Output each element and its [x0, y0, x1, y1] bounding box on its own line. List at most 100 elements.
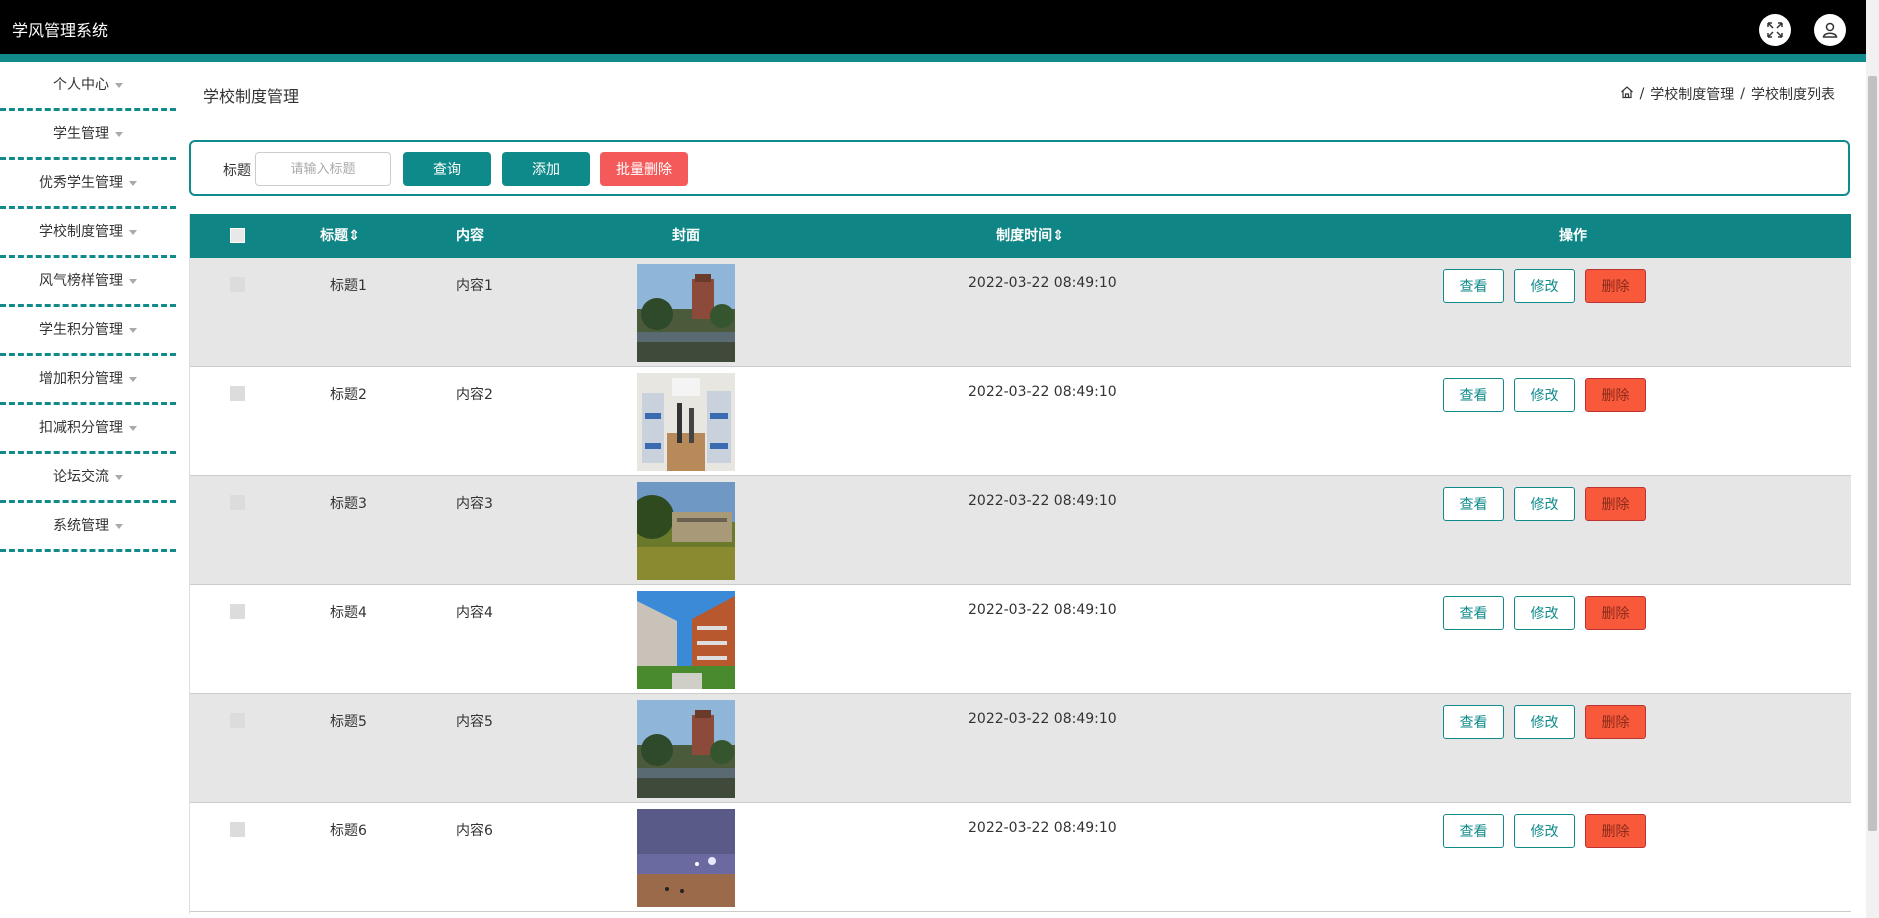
sidebar-item[interactable]: 学生积分管理	[0, 307, 176, 356]
edit-button[interactable]: 修改	[1514, 487, 1575, 521]
row-checkbox[interactable]	[230, 604, 245, 619]
sidebar-item[interactable]: 增加积分管理	[0, 356, 176, 405]
caret-down-icon	[129, 425, 137, 431]
cell-time: 2022-03-22 08:49:10	[968, 493, 1117, 509]
row-checkbox[interactable]	[230, 495, 245, 510]
header-divider	[0, 54, 1866, 62]
cover-image	[637, 700, 735, 798]
cell-content: 内容6	[456, 823, 493, 839]
cell-title: 标题5	[330, 714, 367, 730]
row-checkbox[interactable]	[230, 277, 245, 292]
search-panel: 标题 查询 添加 批量删除	[189, 140, 1850, 196]
table-row: 标题2 内容2 2022-03-22 08:49:10 查看 修改 删除	[190, 367, 1851, 476]
data-table: 标题⇕ 内容 封面 制度时间⇕ 操作 标题1 内容1 2022-03-22 08:4…	[189, 214, 1851, 914]
sidebar: 个人中心学生管理优秀学生管理 学校制度管理风气榜样管理 学生积分管理增加积分管理扣减…	[0, 62, 176, 552]
query-button[interactable]: 查询	[403, 152, 491, 186]
sidebar-item[interactable]: 扣减积分管理	[0, 405, 176, 454]
edit-button[interactable]: 修改	[1514, 269, 1575, 303]
caret-down-icon	[115, 131, 123, 137]
caret-down-icon	[115, 82, 123, 88]
breadcrumb-item: 学校制度列表	[1751, 87, 1835, 103]
sidebar-item[interactable]: 学校制度管理	[0, 209, 176, 258]
row-checkbox[interactable]	[230, 822, 245, 837]
delete-button[interactable]: 删除	[1585, 487, 1646, 521]
caret-down-icon	[129, 229, 137, 235]
header-title[interactable]: 标题⇕	[310, 214, 370, 258]
sidebar-item-label: 扣减积分管理	[39, 420, 123, 436]
fullscreen-icon[interactable]	[1759, 14, 1791, 46]
select-all-checkbox[interactable]	[230, 228, 245, 243]
view-button[interactable]: 查看	[1443, 269, 1504, 303]
cell-time: 2022-03-22 08:49:10	[968, 602, 1117, 618]
cover-image	[637, 591, 735, 689]
edit-button[interactable]: 修改	[1514, 596, 1575, 630]
view-button[interactable]: 查看	[1443, 814, 1504, 848]
page-title: 学校制度管理	[203, 87, 300, 106]
sidebar-item-label: 学生积分管理	[39, 322, 123, 338]
add-button[interactable]: 添加	[502, 152, 590, 186]
row-checkbox[interactable]	[230, 713, 245, 728]
sidebar-item-label: 系统管理	[53, 518, 109, 534]
sidebar-item[interactable]: 学生管理	[0, 111, 176, 160]
sidebar-item-label: 个人中心	[53, 77, 109, 93]
cell-title: 标题6	[330, 823, 367, 839]
sidebar-item[interactable]: 个人中心	[0, 62, 176, 111]
sort-icon[interactable]: ⇕	[348, 228, 360, 244]
delete-button[interactable]: 删除	[1585, 814, 1646, 848]
header-time[interactable]: 制度时间⇕	[980, 214, 1080, 258]
table-row: 标题4 内容4 2022-03-22 08:49:10 查看 修改 删除	[190, 585, 1851, 694]
edit-button[interactable]: 修改	[1514, 814, 1575, 848]
header-cover: 封面	[672, 228, 700, 244]
view-button[interactable]: 查看	[1443, 596, 1504, 630]
batch-delete-button[interactable]: 批量删除	[600, 152, 688, 186]
edit-button[interactable]: 修改	[1514, 705, 1575, 739]
row-checkbox[interactable]	[230, 386, 245, 401]
cell-title: 标题3	[330, 496, 367, 512]
search-label: 标题	[223, 163, 251, 179]
sort-icon[interactable]: ⇕	[1052, 228, 1064, 244]
cover-image	[637, 264, 735, 362]
sidebar-item[interactable]: 系统管理	[0, 503, 176, 552]
delete-button[interactable]: 删除	[1585, 269, 1646, 303]
user-icon[interactable]	[1814, 14, 1846, 46]
caret-down-icon	[129, 327, 137, 333]
cell-content: 内容2	[456, 387, 493, 403]
sidebar-item[interactable]: 论坛交流	[0, 454, 176, 503]
delete-button[interactable]: 删除	[1585, 596, 1646, 630]
home-icon[interactable]	[1620, 85, 1634, 103]
caret-down-icon	[129, 180, 137, 186]
cell-title: 标题2	[330, 387, 367, 403]
table-row: 标题3 内容3 2022-03-22 08:49:10 查看 修改 删除	[190, 476, 1851, 585]
table-row: 标题6 内容6 2022-03-22 08:49:10 查看 修改 删除	[190, 803, 1851, 912]
table-header: 标题⇕ 内容 封面 制度时间⇕ 操作	[190, 214, 1851, 258]
sidebar-item-label: 论坛交流	[53, 469, 109, 485]
sidebar-item[interactable]: 风气榜样管理	[0, 258, 176, 307]
cover-image	[637, 809, 735, 907]
breadcrumb-item[interactable]: 学校制度管理	[1650, 84, 1734, 104]
delete-button[interactable]: 删除	[1585, 705, 1646, 739]
edit-button[interactable]: 修改	[1514, 378, 1575, 412]
view-button[interactable]: 查看	[1443, 378, 1504, 412]
sidebar-item[interactable]: 优秀学生管理	[0, 160, 176, 209]
delete-button[interactable]: 删除	[1585, 378, 1646, 412]
cell-time: 2022-03-22 08:49:10	[968, 275, 1117, 291]
sidebar-item-label: 学生管理	[53, 126, 109, 142]
breadcrumb: / 学校制度管理 / 学校制度列表	[1620, 84, 1835, 104]
caret-down-icon	[129, 376, 137, 382]
table-row: 标题1 内容1 2022-03-22 08:49:10 查看 修改 删除	[190, 258, 1851, 367]
cover-image	[630, 482, 735, 580]
top-bar: 学风管理系统	[0, 0, 1866, 54]
sidebar-item-label: 风气榜样管理	[39, 273, 123, 289]
cell-time: 2022-03-22 08:49:10	[968, 820, 1117, 836]
app-title: 学风管理系统	[12, 21, 109, 40]
search-input[interactable]	[255, 152, 391, 186]
table-row: 标题5 内容5 2022-03-22 08:49:10 查看 修改 删除	[190, 694, 1851, 803]
cover-image	[637, 373, 735, 471]
cell-time: 2022-03-22 08:49:10	[968, 384, 1117, 400]
cell-content: 内容1	[456, 278, 493, 294]
view-button[interactable]: 查看	[1443, 705, 1504, 739]
cell-content: 内容4	[456, 605, 493, 621]
scrollbar-thumb[interactable]	[1868, 76, 1877, 831]
view-button[interactable]: 查看	[1443, 487, 1504, 521]
scrollbar[interactable]	[1866, 0, 1879, 918]
